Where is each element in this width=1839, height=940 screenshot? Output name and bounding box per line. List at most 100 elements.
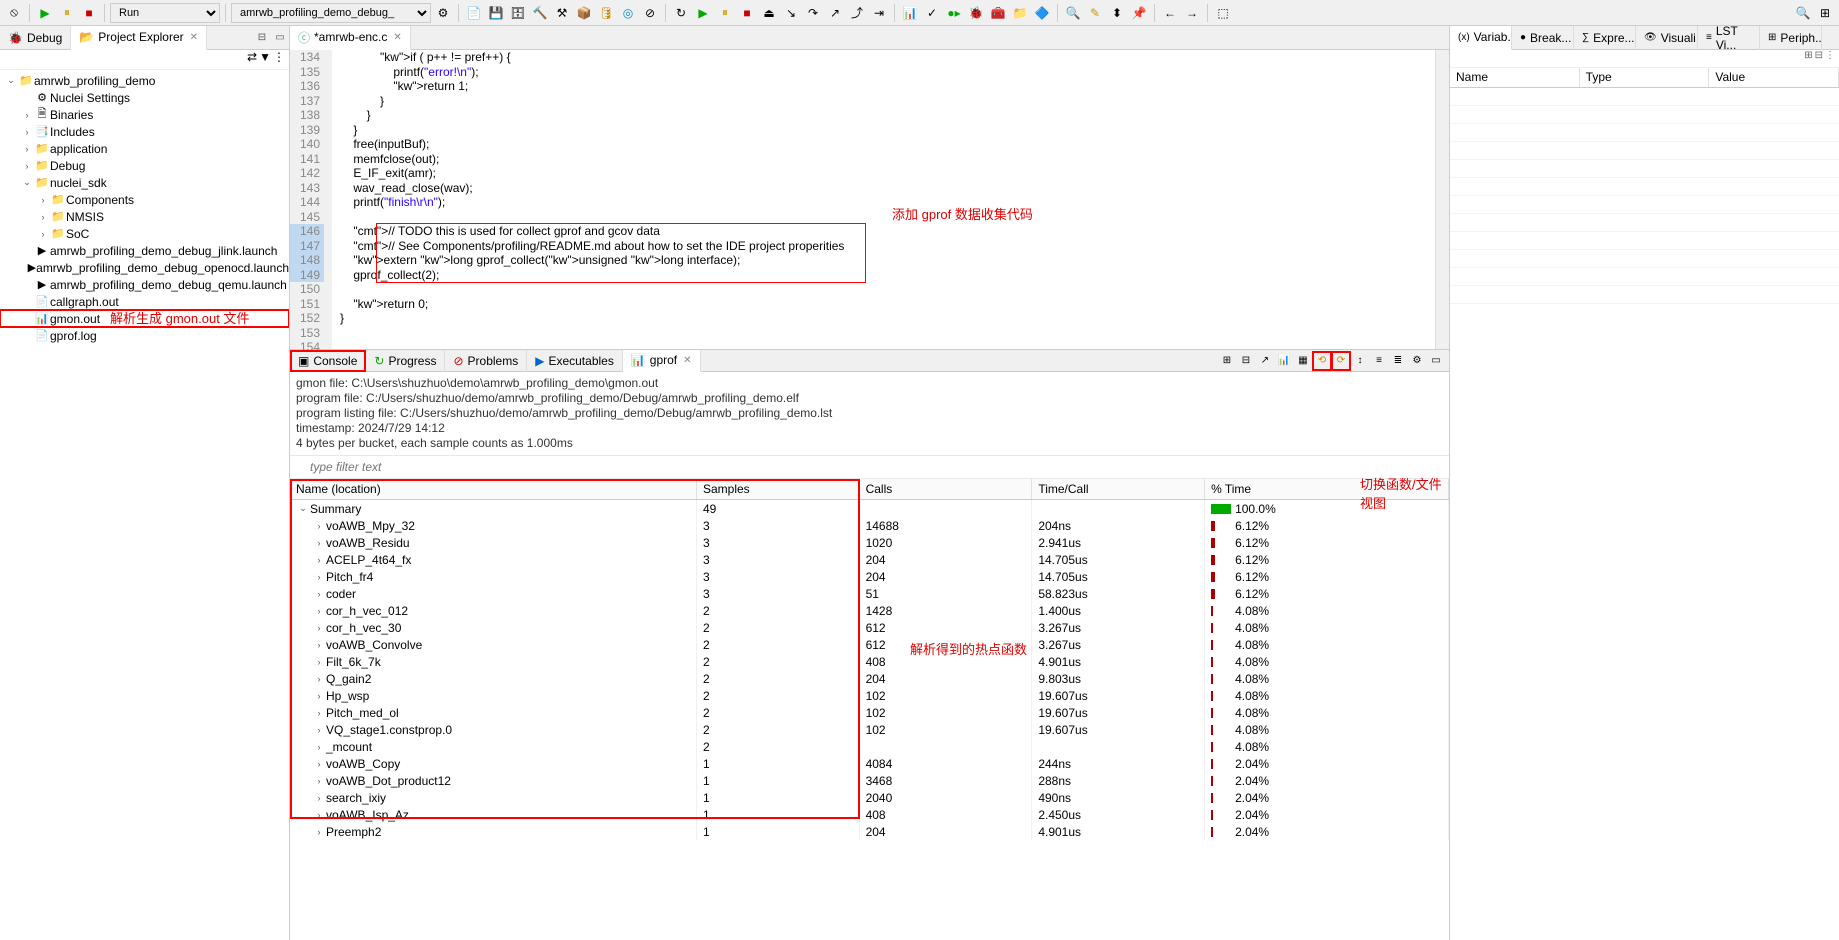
- tree-item[interactable]: ›📁application: [0, 140, 289, 157]
- profile-icon[interactable]: 📊: [900, 3, 920, 23]
- view-menu-icon[interactable]: ⋮: [273, 50, 285, 69]
- close-icon[interactable]: ✕: [190, 32, 198, 43]
- filter-icon[interactable]: ▼: [259, 50, 271, 69]
- table-row[interactable]: ›cor_h_vec_30 2 612 3.267us 4.08%: [290, 619, 1449, 636]
- step-over-icon[interactable]: ↷: [803, 3, 823, 23]
- editor-tab[interactable]: ⓒ *amrwb-enc.c ✕: [290, 26, 411, 50]
- tree-item[interactable]: ›📁Debug: [0, 157, 289, 174]
- bars2-icon[interactable]: ≣: [1389, 352, 1407, 370]
- tab-right-2[interactable]: ∑Expre...: [1574, 26, 1636, 50]
- settings-icon[interactable]: ⚙: [433, 3, 453, 23]
- forward-icon[interactable]: →: [1182, 3, 1202, 23]
- switch-file-view-icon[interactable]: ⟳: [1332, 352, 1350, 370]
- debug-icon[interactable]: 🐞: [966, 3, 986, 23]
- table-row[interactable]: ›voAWB_Isp_Az 1 408 2.450us 2.04%: [290, 806, 1449, 823]
- tab-right-0[interactable]: (x)Variab...✕: [1450, 26, 1512, 50]
- save-icon[interactable]: 💾: [486, 3, 506, 23]
- filter-input[interactable]: [290, 456, 1449, 478]
- table-row[interactable]: ›Pitch_fr4 3 204 14.705us 6.12%: [290, 568, 1449, 585]
- layout-icon[interactable]: ⊞: [1804, 50, 1812, 67]
- collapse-all-icon[interactable]: ⊟: [253, 29, 271, 47]
- tab-gprof[interactable]: 📊 gprof ✕: [623, 350, 701, 372]
- tab-right-1[interactable]: ●Break...: [1512, 26, 1574, 50]
- save-all-icon[interactable]: 🗄: [508, 3, 528, 23]
- quick-search-icon[interactable]: 🔍: [1793, 3, 1813, 23]
- tree-item[interactable]: ›🗎Binaries: [0, 106, 289, 123]
- coverage-icon[interactable]: ✓: [922, 3, 942, 23]
- table-row[interactable]: ›voAWB_Mpy_32 3 14688 204ns 6.12%: [290, 517, 1449, 534]
- step-into-icon[interactable]: ↘: [781, 3, 801, 23]
- run-config-select[interactable]: Run: [110, 3, 220, 23]
- terminate-icon[interactable]: ■: [737, 3, 757, 23]
- back-icon[interactable]: ←: [1160, 3, 1180, 23]
- table-row[interactable]: ›voAWB_Convolve 2 612 3.267us 4.08%: [290, 636, 1449, 653]
- project-tree[interactable]: ⌄📁 amrwb_profiling_demo ⚙Nuclei Settings…: [0, 70, 289, 940]
- build-all-icon[interactable]: ⚒: [552, 3, 572, 23]
- step-return-icon[interactable]: ↗: [825, 3, 845, 23]
- close-icon[interactable]: ✕: [683, 355, 691, 366]
- resume2-icon[interactable]: ▶: [693, 3, 713, 23]
- code-editor[interactable]: 1341351361371381391401411421431441451461…: [290, 50, 1449, 350]
- open-type-icon[interactable]: 🔷: [1032, 3, 1052, 23]
- pin-icon[interactable]: 📌: [1129, 3, 1149, 23]
- overview-ruler[interactable]: [1435, 50, 1449, 349]
- resume-icon[interactable]: ▶: [35, 3, 55, 23]
- db-icon[interactable]: 🛢: [596, 3, 616, 23]
- drop-frame-icon[interactable]: ⤴: [847, 3, 867, 23]
- build-icon[interactable]: 🔨: [530, 3, 550, 23]
- tree-item[interactable]: 📄gprof.log: [0, 327, 289, 344]
- disconnect-icon[interactable]: ⏏: [759, 3, 779, 23]
- sort-icon[interactable]: ↕: [1351, 352, 1369, 370]
- export-icon[interactable]: ↗: [1256, 352, 1274, 370]
- tab-problems[interactable]: ⊘ Problems: [445, 350, 527, 372]
- run-icon[interactable]: ●▸: [944, 3, 964, 23]
- min-icon[interactable]: ▭: [271, 29, 289, 47]
- tree-item[interactable]: ▶amrwb_profiling_demo_debug_qemu.launch: [0, 276, 289, 293]
- new-project-icon[interactable]: 📁: [1010, 3, 1030, 23]
- gprof-table[interactable]: Name (location) Samples Calls Time/Call …: [290, 479, 1449, 840]
- table-row[interactable]: ›Pitch_med_ol 2 102 19.607us 4.08%: [290, 704, 1449, 721]
- table-row[interactable]: ›cor_h_vec_012 2 1428 1.400us 4.08%: [290, 602, 1449, 619]
- search-toolbar-icon[interactable]: 🔍: [1063, 3, 1083, 23]
- col-name[interactable]: Name (location): [290, 479, 696, 500]
- col-samples[interactable]: Samples: [696, 479, 859, 500]
- table-row[interactable]: ›voAWB_Residu 3 1020 2.941us 6.12%: [290, 534, 1449, 551]
- bars-icon[interactable]: ≡: [1370, 352, 1388, 370]
- tab-right-4[interactable]: ≡LST Vi...: [1698, 26, 1760, 50]
- table-row[interactable]: ›voAWB_Dot_product12 1 3468 288ns 2.04%: [290, 772, 1449, 789]
- tab-project-explorer[interactable]: 📂 Project Explorer ✕: [71, 26, 207, 50]
- col-calls[interactable]: Calls: [859, 479, 1032, 500]
- table-icon[interactable]: ▦: [1294, 352, 1312, 370]
- table-row[interactable]: ›search_ixiy 1 2040 490ns 2.04%: [290, 789, 1449, 806]
- switch-func-view-icon[interactable]: ⟲: [1313, 352, 1331, 370]
- package-icon[interactable]: 📦: [574, 3, 594, 23]
- tree-item[interactable]: ⌄📁nuclei_sdk: [0, 174, 289, 191]
- external-tools-icon[interactable]: 🧰: [988, 3, 1008, 23]
- perspective-icon[interactable]: ⬚: [1213, 3, 1233, 23]
- table-row[interactable]: ›voAWB_Copy 1 4084 244ns 2.04%: [290, 755, 1449, 772]
- gear-icon[interactable]: ⚙: [1408, 352, 1426, 370]
- collapse-icon[interactable]: ⊟: [1237, 352, 1255, 370]
- table-row[interactable]: ›VQ_stage1.constprop.0 2 102 19.607us 4.…: [290, 721, 1449, 738]
- skip-breakpoints-icon[interactable]: ⦸: [4, 3, 24, 23]
- table-row[interactable]: ›Q_gain2 2 204 9.803us 4.08%: [290, 670, 1449, 687]
- pause-icon[interactable]: ⏸: [57, 3, 77, 23]
- table-row[interactable]: ›Filt_6k_7k 2 408 4.901us 4.08%: [290, 653, 1449, 670]
- tab-progress[interactable]: ↻ Progress: [366, 350, 445, 372]
- collapse-icon[interactable]: ⊟: [1815, 50, 1823, 67]
- suspend-icon[interactable]: ⏸: [715, 3, 735, 23]
- launch-config-select[interactable]: amrwb_profiling_demo_debug_: [231, 3, 431, 23]
- tab-console[interactable]: ▣ Console: [290, 350, 366, 372]
- tab-executables[interactable]: ▶ Executables: [527, 350, 623, 372]
- table-row[interactable]: ›Hp_wsp 2 102 19.607us 4.08%: [290, 687, 1449, 704]
- table-row[interactable]: ›coder 3 51 58.823us 6.12%: [290, 585, 1449, 602]
- tree-root[interactable]: ⌄📁 amrwb_profiling_demo: [0, 72, 289, 89]
- summary-row[interactable]: ⌄Summary 49 100.0%: [290, 500, 1449, 518]
- tree-item[interactable]: ›📁SoC: [0, 225, 289, 242]
- table-row[interactable]: ›_mcount 2 4.08%: [290, 738, 1449, 755]
- restart-icon[interactable]: ↻: [671, 3, 691, 23]
- open-perspective-icon[interactable]: ⊞: [1815, 3, 1835, 23]
- table-row[interactable]: ›Preemph2 1 204 4.901us 2.04%: [290, 823, 1449, 840]
- tab-right-3[interactable]: 👁Visuali...: [1636, 26, 1698, 50]
- step-filter-icon[interactable]: ⇥: [869, 3, 889, 23]
